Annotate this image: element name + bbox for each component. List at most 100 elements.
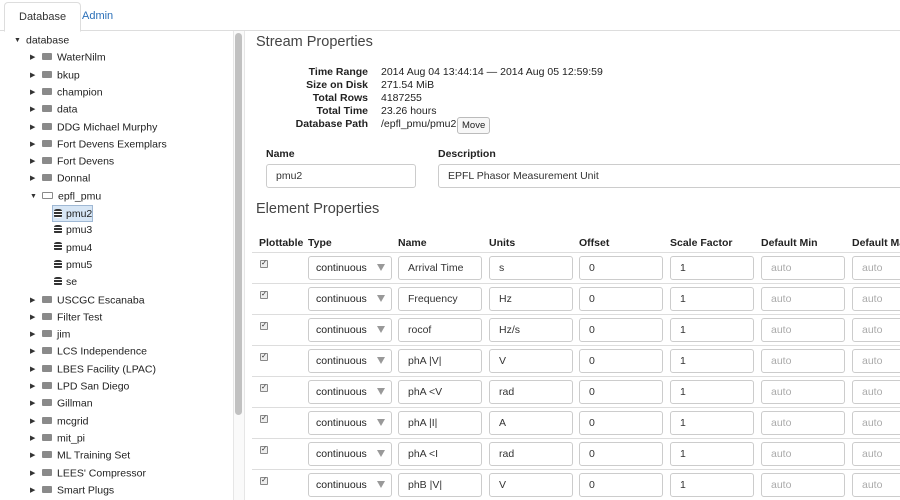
tree-folder-item[interactable]: ▶ data bbox=[30, 101, 77, 118]
caret-right-icon[interactable]: ▶ bbox=[30, 136, 42, 153]
tree-folder-item[interactable]: ▶ champion bbox=[30, 84, 103, 101]
type-select[interactable]: continuous bbox=[308, 256, 392, 280]
default-min-field[interactable]: auto bbox=[761, 318, 845, 342]
scale-factor-field[interactable]: 1 bbox=[670, 380, 754, 404]
default-max-field[interactable]: auto bbox=[852, 256, 900, 280]
caret-right-icon[interactable]: ▶ bbox=[30, 49, 42, 66]
default-min-field[interactable]: auto bbox=[761, 442, 845, 466]
tree-folder-item[interactable]: ▶ USCGC Escanaba bbox=[30, 292, 145, 309]
description-field[interactable]: EPFL Phasor Measurement Unit bbox=[438, 164, 900, 188]
plottable-checkbox[interactable]: ✓ bbox=[260, 260, 268, 268]
caret-right-icon[interactable]: ▶ bbox=[30, 326, 42, 343]
tree-folder-item[interactable]: ▶ jim bbox=[30, 326, 70, 343]
caret-right-icon[interactable]: ▶ bbox=[30, 170, 42, 187]
tree-folder-item[interactable]: ▶ Gillman bbox=[30, 395, 93, 412]
offset-field[interactable]: 0 bbox=[579, 411, 663, 435]
default-min-field[interactable]: auto bbox=[761, 256, 845, 280]
tree-stream-item[interactable]: pmu5 bbox=[54, 257, 92, 274]
plottable-checkbox[interactable]: ✓ bbox=[260, 322, 268, 330]
tree-folder-item[interactable]: ▶ Fort Devens Exemplars bbox=[30, 136, 167, 153]
offset-field[interactable]: 0 bbox=[579, 256, 663, 280]
units-field[interactable]: rad bbox=[489, 442, 573, 466]
offset-field[interactable]: 0 bbox=[579, 473, 663, 497]
tree-folder-item[interactable]: ▼ epfl_pmu bbox=[30, 188, 101, 205]
units-field[interactable]: rad bbox=[489, 380, 573, 404]
caret-right-icon[interactable]: ▶ bbox=[30, 101, 42, 118]
caret-down-icon[interactable]: ▼ bbox=[30, 188, 42, 205]
scale-factor-field[interactable]: 1 bbox=[670, 349, 754, 373]
caret-right-icon[interactable]: ▶ bbox=[30, 343, 42, 360]
element-name-field[interactable]: phB |V| bbox=[398, 473, 482, 497]
caret-down-icon[interactable]: ▼ bbox=[14, 32, 26, 49]
tree-root[interactable]: ▼ database bbox=[14, 32, 69, 49]
default-max-field[interactable]: auto bbox=[852, 287, 900, 311]
element-name-field[interactable]: rocof bbox=[398, 318, 482, 342]
element-name-field[interactable]: phA <I bbox=[398, 442, 482, 466]
tree-folder-item[interactable]: ▶ LBES Facility (LPAC) bbox=[30, 361, 156, 378]
tree-folder-item[interactable]: ▶ DDG Michael Murphy bbox=[30, 119, 157, 136]
scale-factor-field[interactable]: 1 bbox=[670, 442, 754, 466]
tree-folder-item[interactable]: ▶ ML Training Set bbox=[30, 447, 130, 464]
scale-factor-field[interactable]: 1 bbox=[670, 318, 754, 342]
tree-stream-item[interactable]: pmu4 bbox=[54, 240, 92, 257]
element-name-field[interactable]: phA <V bbox=[398, 380, 482, 404]
units-field[interactable]: V bbox=[489, 349, 573, 373]
default-min-field[interactable]: auto bbox=[761, 411, 845, 435]
scale-factor-field[interactable]: 1 bbox=[670, 411, 754, 435]
caret-right-icon[interactable]: ▶ bbox=[30, 119, 42, 136]
caret-right-icon[interactable]: ▶ bbox=[30, 67, 42, 84]
offset-field[interactable]: 0 bbox=[579, 349, 663, 373]
offset-field[interactable]: 0 bbox=[579, 380, 663, 404]
type-select[interactable]: continuous bbox=[308, 411, 392, 435]
default-min-field[interactable]: auto bbox=[761, 473, 845, 497]
element-name-field[interactable]: phA |V| bbox=[398, 349, 482, 373]
element-name-field[interactable]: Frequency bbox=[398, 287, 482, 311]
caret-right-icon[interactable]: ▶ bbox=[30, 378, 42, 395]
offset-field[interactable]: 0 bbox=[579, 318, 663, 342]
units-field[interactable]: A bbox=[489, 411, 573, 435]
scale-factor-field[interactable]: 1 bbox=[670, 287, 754, 311]
offset-field[interactable]: 0 bbox=[579, 442, 663, 466]
tree-stream-item[interactable]: se bbox=[54, 274, 77, 291]
plottable-checkbox[interactable]: ✓ bbox=[260, 415, 268, 423]
caret-right-icon[interactable]: ▶ bbox=[30, 84, 42, 101]
tree-folder-item[interactable]: ▶ WaterNilm bbox=[30, 49, 106, 66]
caret-right-icon[interactable]: ▶ bbox=[30, 309, 42, 326]
caret-right-icon[interactable]: ▶ bbox=[30, 447, 42, 464]
tree-stream-item[interactable]: pmu3 bbox=[54, 222, 92, 239]
type-select[interactable]: continuous bbox=[308, 349, 392, 373]
default-min-field[interactable]: auto bbox=[761, 380, 845, 404]
units-field[interactable]: s bbox=[489, 256, 573, 280]
tree-folder-item[interactable]: ▶ Filter Test bbox=[30, 309, 102, 326]
default-max-field[interactable]: auto bbox=[852, 380, 900, 404]
units-field[interactable]: Hz/s bbox=[489, 318, 573, 342]
type-select[interactable]: continuous bbox=[308, 380, 392, 404]
type-select[interactable]: continuous bbox=[308, 318, 392, 342]
plottable-checkbox[interactable]: ✓ bbox=[260, 384, 268, 392]
tree-folder-item[interactable]: ▶ mit_pi bbox=[30, 430, 85, 447]
caret-right-icon[interactable]: ▶ bbox=[30, 292, 42, 309]
plottable-checkbox[interactable]: ✓ bbox=[260, 291, 268, 299]
caret-right-icon[interactable]: ▶ bbox=[30, 361, 42, 378]
plottable-checkbox[interactable]: ✓ bbox=[260, 353, 268, 361]
tree-folder-item[interactable]: ▶ Smart Plugs bbox=[30, 482, 114, 499]
scale-factor-field[interactable]: 1 bbox=[670, 473, 754, 497]
tree-folder-item[interactable]: ▶ bkup bbox=[30, 67, 80, 84]
tree-stream-item[interactable]: pmu2 bbox=[52, 205, 94, 222]
tab-admin[interactable]: Admin bbox=[68, 2, 127, 32]
units-field[interactable]: V bbox=[489, 473, 573, 497]
type-select[interactable]: continuous bbox=[308, 442, 392, 466]
default-max-field[interactable]: auto bbox=[852, 349, 900, 373]
move-button[interactable]: Move bbox=[457, 117, 491, 134]
units-field[interactable]: Hz bbox=[489, 287, 573, 311]
caret-right-icon[interactable]: ▶ bbox=[30, 430, 42, 447]
tree-scrollbar-thumb[interactable] bbox=[235, 33, 242, 415]
plottable-checkbox[interactable]: ✓ bbox=[260, 446, 268, 454]
default-max-field[interactable]: auto bbox=[852, 442, 900, 466]
tree-folder-item[interactable]: ▶ LEES' Compressor bbox=[30, 465, 146, 482]
tree-folder-item[interactable]: ▶ LCS Independence bbox=[30, 343, 147, 360]
plottable-checkbox[interactable]: ✓ bbox=[260, 477, 268, 485]
offset-field[interactable]: 0 bbox=[579, 287, 663, 311]
caret-right-icon[interactable]: ▶ bbox=[30, 395, 42, 412]
tree-folder-item[interactable]: ▶ Fort Devens bbox=[30, 153, 114, 170]
